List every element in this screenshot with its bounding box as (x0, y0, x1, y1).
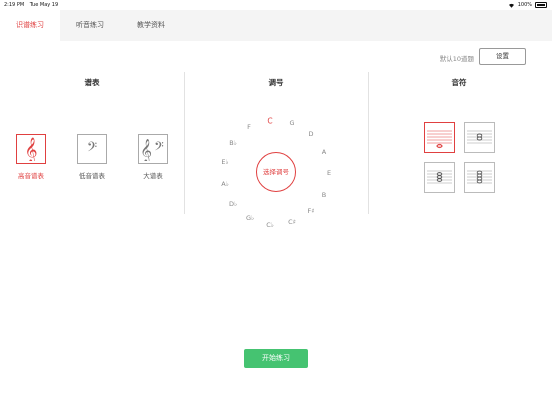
key-option[interactable]: D♭ (229, 200, 237, 208)
treble-clef-option[interactable]: 𝄞 (16, 134, 46, 164)
status-right: 100% (508, 2, 547, 8)
note-option-triad[interactable] (424, 162, 455, 193)
settings-button[interactable]: 设置 (479, 48, 526, 65)
note-option-single[interactable] (424, 122, 455, 153)
tab-sight-reading[interactable]: 识谱练习 (0, 10, 60, 41)
status-left: 2:19 PM Tue May 19 (4, 2, 62, 8)
treble-clef-label: 高音谱表 (18, 172, 44, 180)
bass-clef-label: 低音谱表 (79, 172, 105, 180)
select-key-button[interactable]: 选择调号 (256, 152, 296, 192)
key-option[interactable]: B♭ (229, 139, 237, 147)
key-option[interactable]: A (322, 148, 326, 156)
svg-text:𝄞: 𝄞 (24, 137, 37, 161)
svg-text:𝄢: 𝄢 (154, 139, 164, 157)
key-option[interactable]: G (289, 119, 294, 127)
tab-ear-training[interactable]: 听音练习 (60, 10, 120, 41)
triad-staff-icon (427, 170, 452, 184)
treble-clef-icon: 𝄞 (24, 137, 37, 161)
svg-text:𝄞: 𝄞 (140, 138, 152, 161)
staff-section-title: 谱表 (84, 78, 100, 87)
key-option[interactable]: B (322, 191, 326, 199)
default-question-count: 默认10道题 (439, 55, 474, 63)
column-divider (368, 72, 369, 214)
key-option[interactable]: G♭ (246, 214, 254, 222)
status-time: 2:19 PM (4, 2, 25, 8)
key-option[interactable]: C♭ (266, 221, 274, 229)
key-option[interactable]: D (308, 130, 313, 138)
note-option-chord[interactable] (464, 162, 495, 193)
battery-percent: 100% (517, 2, 532, 8)
key-option[interactable]: A♭ (221, 180, 229, 188)
note-option-interval[interactable] (464, 122, 495, 153)
start-practice-button[interactable]: 开始练习 (244, 349, 308, 368)
column-divider (184, 72, 185, 214)
wifi-icon (508, 3, 514, 8)
grand-staff-icon: 𝄞 𝄢 (140, 138, 164, 161)
chord-staff-icon (467, 170, 492, 184)
battery-icon (535, 2, 547, 8)
bass-clef-icon: 𝄢 (87, 139, 97, 158)
key-option[interactable]: E (327, 169, 331, 177)
key-option[interactable]: C (267, 117, 272, 126)
key-option[interactable]: F♯ (308, 207, 315, 215)
key-option[interactable]: F (247, 123, 251, 131)
grand-staff-option[interactable]: 𝄞 𝄢 (138, 134, 168, 164)
status-bar: 2:19 PM Tue May 19 100% (0, 0, 552, 10)
status-date: Tue May 19 (29, 2, 59, 8)
key-option[interactable]: E♭ (221, 158, 228, 166)
tab-bar: 识谱练习 听音练习 教学资料 (0, 10, 552, 41)
grand-staff-label: 大谱表 (143, 172, 163, 180)
note-section-title: 音符 (451, 78, 467, 87)
tab-teaching-materials[interactable]: 教学资料 (120, 10, 182, 41)
key-section-title: 调号 (268, 78, 284, 87)
key-option[interactable]: C♯ (288, 218, 296, 226)
svg-text:𝄢: 𝄢 (87, 139, 97, 158)
interval-staff-icon (467, 130, 492, 144)
single-note-staff-icon (427, 130, 452, 149)
bass-clef-option[interactable]: 𝄢 (77, 134, 107, 164)
